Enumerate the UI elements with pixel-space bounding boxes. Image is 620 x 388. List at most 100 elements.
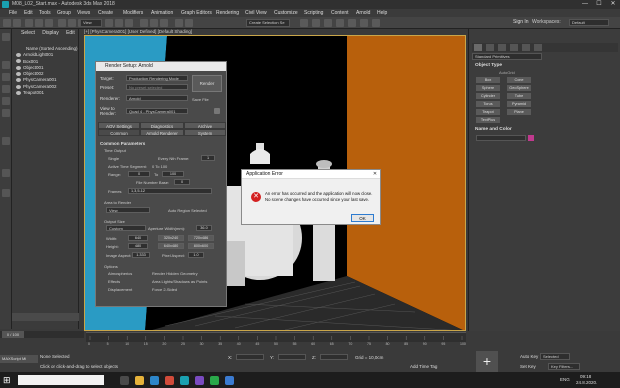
view-dropdown[interactable]: View [80,19,102,27]
object-name-field[interactable] [476,135,526,141]
textplus-button[interactable]: TextPlus [476,117,500,123]
hierarchy-tab-icon[interactable] [498,44,506,51]
visibility-icon[interactable] [16,78,21,83]
frames-field[interactable]: 1,3,5-12 [128,188,212,194]
snap-icon[interactable] [140,19,148,27]
modify-tab-icon[interactable] [486,44,494,51]
sphere-button[interactable]: Sphere [476,85,500,91]
output-size-dropdown[interactable]: Custom [106,225,146,231]
set-key-icon[interactable]: + [476,351,498,373]
timeline-track[interactable]: 0 5 10 15 20 25 30 35 40 45 50 55 60 65 70 75 80 85 90 95 10… [86,332,466,346]
tab-display[interactable]: Display [42,30,58,36]
teapot-button[interactable]: Teapot [476,109,500,115]
auto-key-button[interactable]: Auto Key [520,354,538,359]
curve-editor-icon[interactable] [312,19,320,27]
aperture-field[interactable]: 36.0 [196,225,212,231]
scene-item[interactable]: Teapot001 [16,90,78,96]
tab-system[interactable]: System [184,129,226,136]
align-icon[interactable] [185,19,193,27]
layers-icon[interactable] [2,189,10,197]
menu-scripting[interactable]: Scripting [304,9,323,17]
area-lights-checkbox[interactable]: Area Lights/Shadows as Points [152,279,207,284]
renderer-dropdown[interactable]: Arnold [126,95,188,101]
lights-icon[interactable] [2,85,10,93]
autogrid-checkbox[interactable]: AutoGrid [499,70,515,75]
object-color-swatch[interactable] [528,135,534,141]
geosphere-button[interactable]: GeoSphere [507,85,531,91]
bind-icon[interactable] [45,19,53,27]
target-dropdown[interactable]: Production Rendering Mode [126,75,188,81]
select-icon[interactable] [58,19,66,27]
redo-icon[interactable] [13,19,21,27]
active-segment-radio[interactable]: Active Time Segment: [108,164,147,169]
language-indicator[interactable]: ENG [560,377,570,382]
hierarchy-icon[interactable] [2,137,10,145]
tube-button[interactable]: Tube [507,93,531,99]
name-and-color-header[interactable]: Name and Color [475,127,512,132]
tab-diagnostics[interactable]: Diagnostics [140,122,184,129]
menu-create[interactable]: Create [98,9,113,17]
menu-rendering[interactable]: Rendering [216,9,239,17]
visibility-icon[interactable] [16,84,21,89]
effects-checkbox[interactable]: Effects [108,279,120,284]
add-time-tag[interactable]: Add Time Tag [410,364,437,369]
key-selection-dropdown[interactable]: Selected [540,353,570,360]
viewport-label[interactable]: [+] [PhysCamera001] [User Defined] [Defa… [84,29,192,34]
render-hidden-checkbox[interactable]: Render Hidden Geometry [152,271,198,276]
start-icon[interactable]: ⊞ [3,375,13,385]
display-tab-icon[interactable] [522,44,530,51]
app-icon[interactable] [195,376,204,385]
edge-icon[interactable] [150,376,159,385]
every-nth-field[interactable]: 1 [201,155,215,161]
save-file-checkbox[interactable]: Save File [192,97,209,102]
helpers-icon[interactable] [2,109,10,117]
primitive-type-dropdown[interactable]: Standard Primitives [472,53,542,60]
pixel-aspect-field[interactable]: 1.0 [188,252,204,258]
cone-button[interactable]: Cone [507,77,531,83]
torus-button[interactable]: Torus [476,101,500,107]
material-editor-icon[interactable] [336,19,344,27]
cameras-icon[interactable] [2,97,10,105]
scale-icon[interactable] [125,19,133,27]
layer-icon[interactable] [300,19,308,27]
create-tab-icon[interactable] [474,44,482,51]
minimize-button[interactable]: — [578,0,592,9]
menu-civil-view[interactable]: Civil View [245,9,267,17]
clock-date[interactable]: 24.8.2020. [576,380,597,385]
displacement-checkbox[interactable]: Displacement [108,287,132,292]
height-field[interactable]: 480 [128,243,148,249]
frames-radio[interactable]: Frames [108,189,122,194]
visibility-icon[interactable] [16,72,21,76]
move-icon[interactable] [105,19,113,27]
image-aspect-field[interactable]: 1.333 [132,252,150,258]
render-button[interactable]: Render [192,75,222,92]
y-coordinate-field[interactable] [278,354,306,360]
preset-720x486-button[interactable]: 720x486 [188,235,214,241]
range-to-field[interactable]: 100 [162,171,184,177]
task-view-icon[interactable] [120,376,129,385]
render-icon[interactable] [372,19,380,27]
plane-button[interactable]: Plane [507,109,531,115]
menu-graph-editors[interactable]: Graph Editors [181,9,212,17]
atmospherics-checkbox[interactable]: Atmospherics [108,271,132,276]
range-radio[interactable]: Range: [108,172,121,177]
pin-icon[interactable] [2,169,10,177]
menu-views[interactable]: Views [77,9,90,17]
render-frame-icon[interactable] [360,19,368,27]
object-type-header[interactable]: Object Type [475,63,502,68]
app2-icon[interactable] [210,376,219,385]
mirror-icon[interactable] [175,19,183,27]
menu-arnold[interactable]: Arnold [356,9,370,17]
cylinder-button[interactable]: Cylinder [476,93,500,99]
app3-icon[interactable] [225,376,234,385]
box-button[interactable]: Box [476,77,500,83]
taskbar-search-box[interactable] [18,375,104,385]
menu-modifiers[interactable]: Modifiers [123,9,143,17]
visibility-icon[interactable] [16,90,21,95]
area-dropdown[interactable]: View [106,207,150,213]
percent-snap-icon[interactable] [160,19,168,27]
maxscript-listener[interactable]: MAXScript Mi [0,355,38,363]
clock-time[interactable]: 09:18 [580,374,591,379]
preset-dropdown[interactable]: No preset selected [126,84,188,90]
link-icon[interactable] [25,19,33,27]
